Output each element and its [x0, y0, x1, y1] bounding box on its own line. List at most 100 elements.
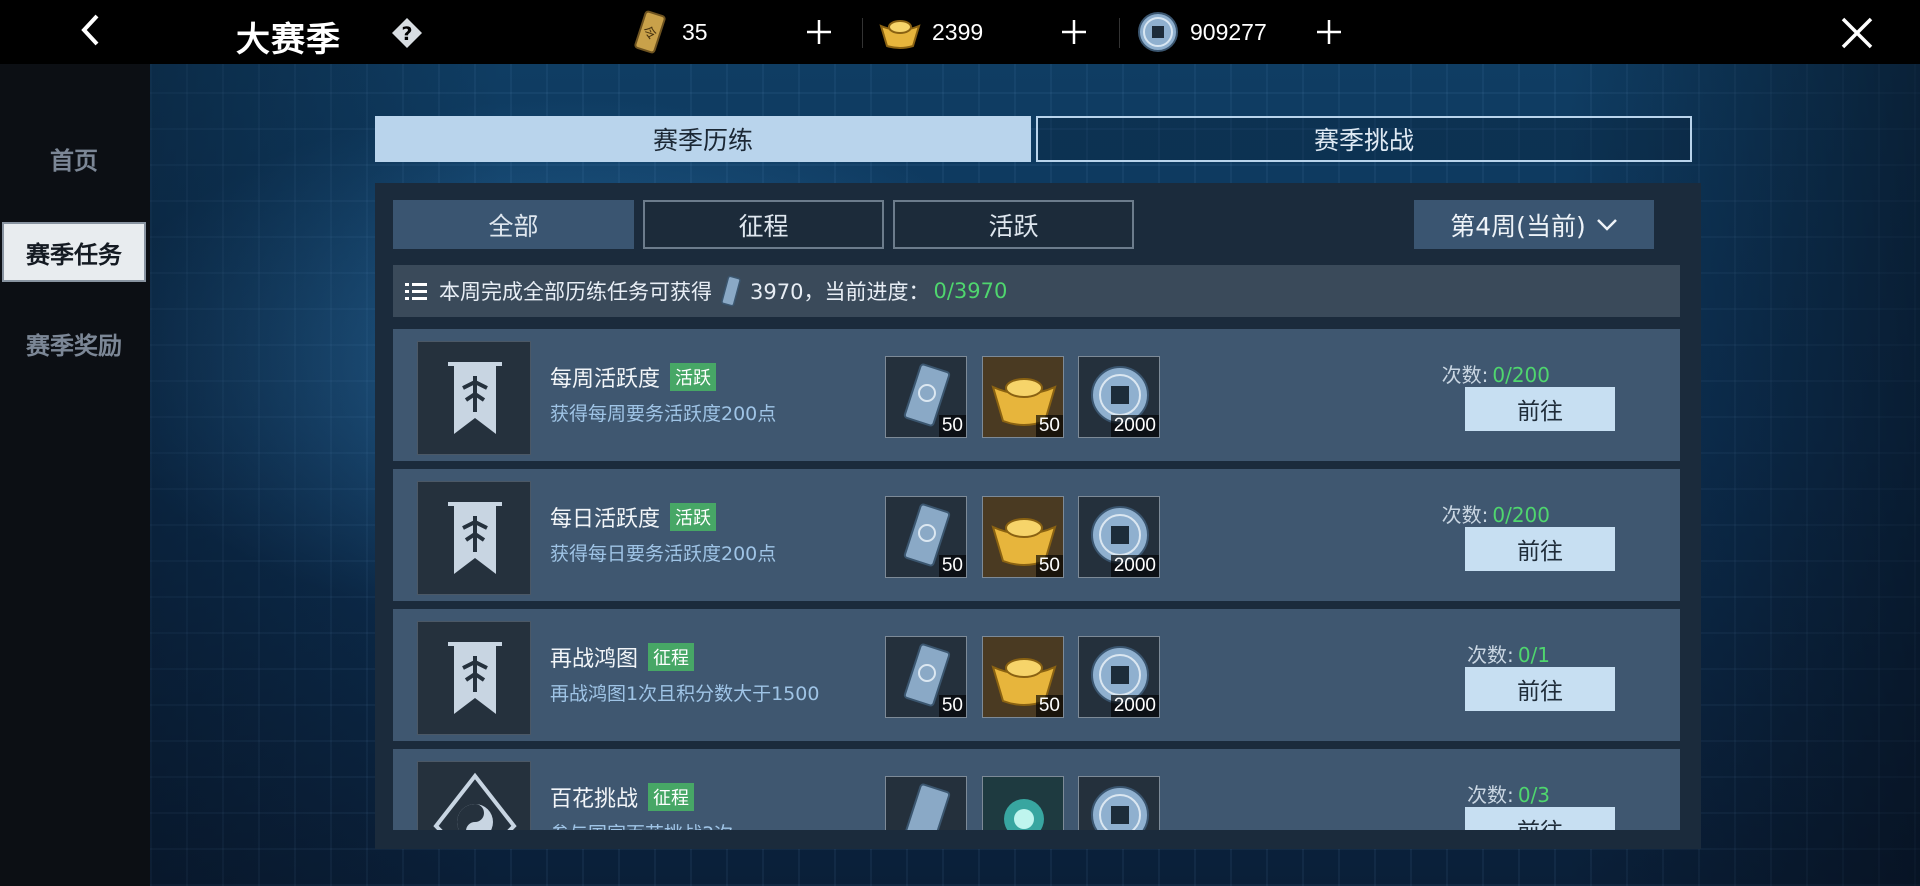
currency-token: 令 35 — [628, 10, 708, 54]
reward-item[interactable]: 50 — [885, 496, 967, 578]
count-value: 0/3 — [1517, 783, 1550, 807]
task-tag: 征程 — [648, 783, 695, 811]
task-count: 次数: 0/1 — [1350, 639, 1550, 668]
task-tag: 征程 — [648, 643, 695, 671]
reward-amount: 2000 — [1110, 415, 1159, 437]
task-list: 每周活跃度 活跃 获得每周要务活跃度200点 50 50 2000 次数: 0/2… — [393, 327, 1680, 830]
page-title: 大赛季 — [236, 20, 341, 60]
task-description: 获得每日要务活跃度200点 — [550, 543, 777, 565]
count-label: 次数: — [1441, 363, 1489, 387]
go-button[interactable]: 前往 — [1465, 527, 1615, 571]
task-name-text: 每周活跃度 — [550, 367, 661, 392]
help-icon[interactable]: ? — [390, 16, 424, 50]
task-title: 每日活跃度 活跃 — [550, 501, 717, 533]
banner-icon — [417, 481, 531, 595]
list-icon — [405, 283, 427, 300]
tab-season-training[interactable]: 赛季历练 — [375, 116, 1031, 162]
add-token-button[interactable] — [801, 14, 837, 50]
reward-item[interactable]: 50 — [982, 356, 1064, 438]
task-tag: 活跃 — [670, 503, 717, 531]
currency-coin: 909277 — [1136, 10, 1267, 54]
gold-ingot-icon — [879, 20, 921, 49]
count-value: 0/200 — [1492, 503, 1550, 527]
reward-amount: 50 — [1035, 695, 1063, 717]
task-title: 再战鸿图 征程 — [550, 641, 695, 673]
count-label: 次数: — [1467, 643, 1514, 667]
task-title: 百花挑战 征程 — [550, 781, 695, 813]
summary-amount: 3970，当前进度： — [750, 280, 930, 304]
reward-amount: 2000 — [1110, 555, 1159, 577]
coin-reward-icon — [1091, 786, 1149, 830]
sidebar-item-season-rewards[interactable]: 赛季奖励 — [0, 313, 148, 373]
count-value: 0/1 — [1517, 643, 1550, 667]
task-count: 次数: 0/3 — [1350, 779, 1550, 808]
count-label: 次数: — [1441, 503, 1489, 527]
reward-amount: 50 — [938, 695, 966, 717]
task-row: 百花挑战 征程 参与国家百花挑战3次 次数:0/3 前往 — [393, 749, 1680, 830]
divider — [1119, 18, 1120, 48]
reward-amount: 50 — [1035, 555, 1063, 577]
task-row: 每周活跃度 活跃 获得每周要务活跃度200点 50 50 2000 次数: 0/2… — [393, 329, 1680, 461]
divider — [862, 18, 863, 48]
svg-text:?: ? — [401, 23, 412, 45]
sidebar-item-season-tasks[interactable]: 赛季任务 — [2, 222, 146, 282]
task-count: 次数: 0/200 — [1350, 499, 1550, 528]
weekly-summary: 本周完成全部历练任务可获得 3970，当前进度： 0/3970 — [393, 265, 1680, 317]
task-description: 获得每周要务活跃度200点 — [550, 403, 777, 425]
reward-item[interactable]: 2000 — [1078, 356, 1160, 438]
count-value: 0/200 — [1492, 363, 1550, 387]
filter-active[interactable]: 活跃 — [893, 200, 1134, 249]
week-dropdown[interactable]: 第4周(当前) — [1414, 200, 1654, 249]
reward-item[interactable]: 2000 — [1078, 496, 1160, 578]
summary-progress: 0/3970 — [933, 279, 1008, 303]
week-label: 第4周(当前) — [1450, 211, 1586, 241]
coin-icon — [1138, 12, 1178, 52]
token-reward-icon — [721, 275, 741, 307]
task-title: 每周活跃度 活跃 — [550, 361, 717, 393]
reward-item[interactable] — [1078, 776, 1160, 830]
go-button[interactable]: 前往 — [1465, 387, 1615, 431]
back-icon[interactable] — [72, 10, 112, 50]
task-name-text: 再战鸿图 — [550, 647, 639, 672]
task-row: 每日活跃度 活跃 获得每日要务活跃度200点 50 50 2000 次数: 0/2… — [393, 469, 1680, 601]
tab-season-challenge[interactable]: 赛季挑战 — [1036, 116, 1692, 162]
go-button[interactable]: 前往 — [1465, 667, 1615, 711]
token-reward-icon — [903, 783, 951, 830]
taiji-emblem-icon — [417, 761, 531, 830]
task-row: 再战鸿图 征程 再战鸿图1次且积分数大于1500 50 50 2000 次数: 0… — [393, 609, 1680, 741]
sidebar: 首页 赛季任务 赛季奖励 — [0, 64, 150, 886]
task-description: 参与国家百花挑战3次 — [550, 819, 733, 830]
add-coin-button[interactable] — [1311, 14, 1347, 50]
task-name-text: 百花挑战 — [550, 787, 639, 812]
banner-icon — [417, 621, 531, 735]
token-count: 35 — [682, 18, 708, 45]
gold-count: 2399 — [932, 18, 984, 45]
close-icon[interactable] — [1838, 14, 1876, 52]
currency-gold: 2399 — [878, 10, 983, 54]
reward-item[interactable]: 50 — [885, 636, 967, 718]
reward-item[interactable] — [885, 776, 967, 830]
banner-icon — [417, 341, 531, 455]
task-tag: 活跃 — [670, 363, 717, 391]
reward-item[interactable]: 50 — [885, 356, 967, 438]
go-button[interactable]: 前往 — [1465, 807, 1615, 830]
token-icon: 令 — [634, 10, 666, 54]
top-bar: 大赛季 ? 令 35 2399 909277 — [0, 0, 1920, 64]
add-gold-button[interactable] — [1056, 14, 1092, 50]
reward-amount: 50 — [1035, 415, 1063, 437]
task-description: 再战鸿图1次且积分数大于1500 — [550, 683, 820, 705]
summary-text: 本周完成全部历练任务可获得 — [439, 280, 712, 304]
filter-journey[interactable]: 征程 — [643, 200, 884, 249]
reward-item[interactable]: 2000 — [1078, 636, 1160, 718]
sidebar-item-home[interactable]: 首页 — [0, 128, 148, 188]
reward-item[interactable]: 50 — [982, 496, 1064, 578]
task-count: 次数: 0/200 — [1350, 359, 1550, 388]
reward-item[interactable] — [982, 776, 1064, 830]
coin-count: 909277 — [1190, 18, 1267, 45]
count-label: 次数: — [1467, 783, 1514, 807]
task-name-text: 每日活跃度 — [550, 507, 661, 532]
filter-all[interactable]: 全部 — [393, 200, 634, 249]
reward-amount: 2000 — [1110, 695, 1159, 717]
reward-amount: 50 — [938, 555, 966, 577]
reward-item[interactable]: 50 — [982, 636, 1064, 718]
